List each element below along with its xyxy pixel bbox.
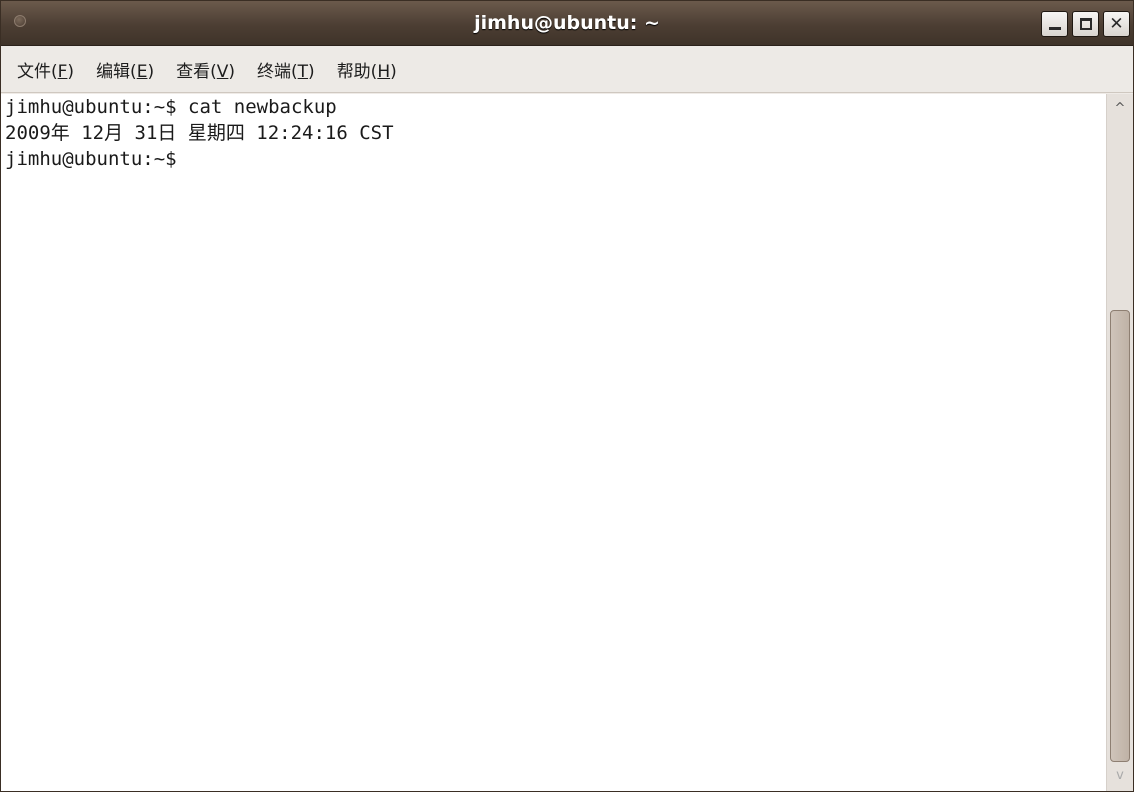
terminal-window: jimhu@ubuntu: ~ ✕ 文件(F) 编辑(E) 查看(V) 终端(T… xyxy=(0,0,1134,792)
menu-view[interactable]: 查看(V) xyxy=(176,57,235,82)
menu-view-label: 查看( xyxy=(176,61,217,82)
vertical-scrollbar[interactable]: ^ v xyxy=(1106,94,1133,791)
menu-terminal[interactable]: 终端(T) xyxy=(257,57,315,82)
menu-terminal-suffix: ) xyxy=(308,61,315,82)
menu-help[interactable]: 帮助(H) xyxy=(337,57,397,82)
menu-edit[interactable]: 编辑(E) xyxy=(96,57,154,82)
menu-edit-mnemonic: E xyxy=(136,61,148,82)
terminal-line: jimhu@ubuntu:~$ cat newbackup xyxy=(5,96,337,118)
menu-edit-label: 编辑( xyxy=(96,61,137,82)
menu-terminal-label: 终端( xyxy=(257,61,298,82)
menu-bar: 文件(F) 编辑(E) 查看(V) 终端(T) 帮助(H) xyxy=(1,46,1133,93)
menu-file[interactable]: 文件(F) xyxy=(17,57,74,82)
scroll-down-arrow-icon[interactable]: v xyxy=(1107,765,1133,787)
window-controls: ✕ xyxy=(1041,11,1130,37)
terminal-output[interactable]: jimhu@ubuntu:~$ cat newbackup 2009年 12月 … xyxy=(1,94,1106,791)
scrollbar-thumb[interactable] xyxy=(1110,310,1130,762)
maximize-icon xyxy=(1080,18,1092,30)
menu-help-label: 帮助( xyxy=(336,61,378,82)
menu-file-mnemonic: F xyxy=(57,61,68,82)
window-title: jimhu@ubuntu: ~ xyxy=(474,12,660,34)
menu-edit-suffix: ) xyxy=(147,61,155,82)
scroll-up-arrow-icon[interactable]: ^ xyxy=(1107,98,1133,120)
minimize-button[interactable] xyxy=(1041,11,1068,37)
menu-help-mnemonic: H xyxy=(377,61,391,82)
minimize-icon xyxy=(1049,27,1061,30)
close-button[interactable]: ✕ xyxy=(1103,11,1130,37)
menu-view-mnemonic: V xyxy=(216,61,229,82)
menu-file-label: 文件( xyxy=(17,61,58,82)
maximize-button[interactable] xyxy=(1072,11,1099,37)
menu-file-suffix: ) xyxy=(67,61,75,82)
menu-help-suffix: ) xyxy=(390,61,397,82)
terminal-line: 2009年 12月 31日 星期四 12:24:16 CST xyxy=(5,122,394,144)
title-bar[interactable]: jimhu@ubuntu: ~ ✕ xyxy=(1,1,1133,46)
menu-terminal-mnemonic: T xyxy=(297,61,309,82)
close-icon: ✕ xyxy=(1109,14,1124,34)
terminal-prompt-line: jimhu@ubuntu:~$ xyxy=(5,148,177,170)
menu-view-suffix: ) xyxy=(228,61,236,82)
